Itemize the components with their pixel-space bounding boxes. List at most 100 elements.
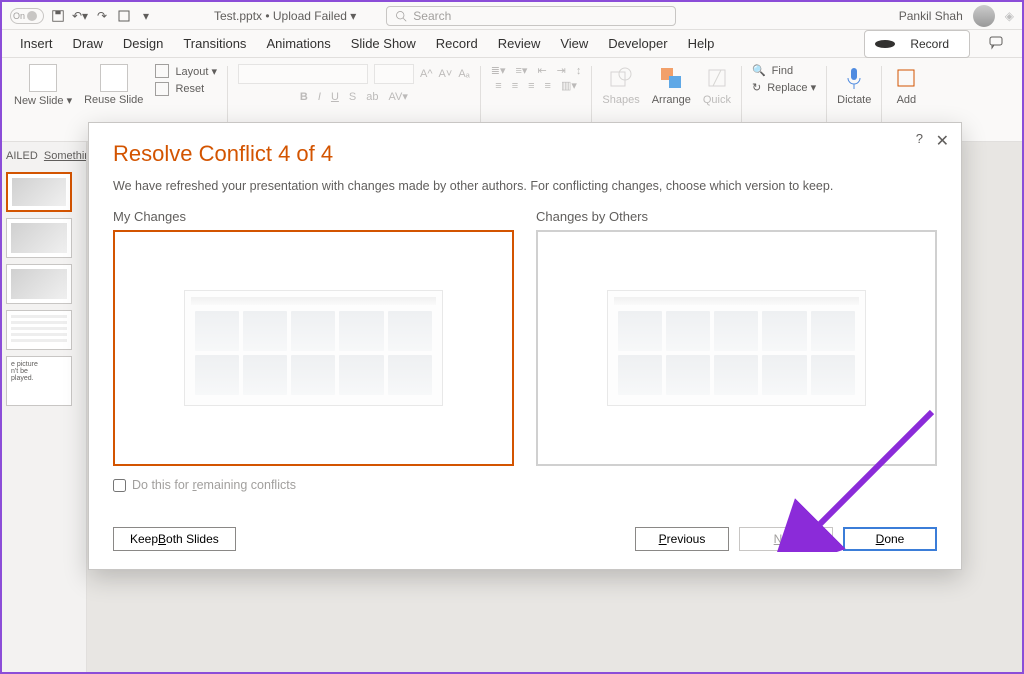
reuse-slides-label: Reuse Slide [84, 94, 143, 106]
tab-review[interactable]: Review [488, 32, 551, 55]
quick-styles-button[interactable]: Quick [703, 64, 731, 106]
tab-design[interactable]: Design [113, 32, 173, 55]
reset-label: Reset [175, 83, 204, 95]
justify-icon[interactable]: ≡ [545, 80, 551, 92]
increase-font-icon[interactable]: A^ [420, 68, 433, 80]
others-changes-preview[interactable] [536, 230, 937, 466]
arrange-button[interactable]: Arrange [652, 64, 691, 106]
save-icon[interactable] [50, 8, 66, 24]
comments-icon[interactable] [978, 30, 1014, 57]
reset-button[interactable]: Reset [155, 82, 204, 96]
premium-icon[interactable]: ◈ [1005, 9, 1014, 23]
new-slide-label: New Slide ▾ [14, 94, 72, 107]
slide-thumb-3[interactable] [6, 264, 72, 304]
others-changes-label: Changes by Others [536, 209, 937, 224]
underline-icon[interactable]: U [331, 91, 339, 103]
bullets-icon[interactable]: ≣▾ [491, 64, 506, 77]
line-spacing-icon[interactable]: ↕ [576, 65, 582, 77]
quick-label: Quick [703, 94, 731, 106]
new-slide-button[interactable]: New Slide ▾ [14, 64, 72, 107]
find-icon: 🔍 [752, 64, 766, 77]
tab-transitions[interactable]: Transitions [173, 32, 256, 55]
font-selector[interactable] [238, 64, 368, 84]
dictate-button[interactable]: Dictate [837, 64, 871, 106]
tab-help[interactable]: Help [678, 32, 725, 55]
search-box[interactable]: Search [386, 6, 676, 26]
dialog-close-icon[interactable]: ✕ [936, 131, 949, 151]
record-dot-icon [875, 40, 895, 48]
undo-icon[interactable]: ↶▾ [72, 8, 88, 24]
tab-animations[interactable]: Animations [256, 32, 340, 55]
shapes-label: Shapes [602, 94, 639, 106]
user-name[interactable]: Pankil Shah [899, 9, 963, 23]
indent-left-icon[interactable]: ⇤ [537, 64, 546, 77]
do-remaining-row[interactable]: Do this for remaining conflicts [113, 478, 937, 492]
layout-button[interactable]: Layout ▾ [155, 64, 217, 78]
align-center-icon[interactable]: ≡ [512, 80, 518, 92]
my-changes-label: My Changes [113, 209, 514, 224]
previous-button[interactable]: Previous [635, 527, 729, 551]
slide-thumb-2[interactable] [6, 218, 72, 258]
upload-failed-link[interactable]: Somethin [44, 150, 87, 162]
slide-thumb-5[interactable]: e picture n't be played. [6, 356, 72, 406]
decrease-font-icon[interactable]: A˅ [439, 68, 453, 80]
bold-icon[interactable]: B [300, 91, 308, 103]
replace-icon: ↻ [752, 81, 761, 94]
align-left-icon[interactable]: ≡ [495, 80, 501, 92]
done-button[interactable]: Done [843, 527, 937, 551]
dialog-subtitle: We have refreshed your presentation with… [113, 179, 937, 193]
search-icon [395, 10, 407, 22]
tab-view[interactable]: View [550, 32, 598, 55]
italic-icon[interactable]: I [318, 91, 321, 103]
dictate-label: Dictate [837, 94, 871, 106]
title-bar: On ↶▾ ↷ ▾ Test.pptx • Upload Failed ▾ Se… [2, 2, 1022, 30]
replace-button[interactable]: ↻ Replace ▾ [752, 81, 816, 94]
upload-failed-text: AILED [6, 150, 38, 162]
spacing-icon[interactable]: AV▾ [388, 90, 407, 103]
tab-developer[interactable]: Developer [598, 32, 677, 55]
slide-thumb-4[interactable] [6, 310, 72, 350]
autosave-toggle[interactable]: On [10, 8, 44, 24]
tab-slideshow[interactable]: Slide Show [341, 32, 426, 55]
my-changes-preview[interactable] [113, 230, 514, 466]
title-right: Pankil Shah ◈ [899, 5, 1014, 27]
shapes-button[interactable]: Shapes [602, 64, 639, 106]
next-button[interactable]: Next [739, 527, 833, 551]
tab-insert[interactable]: Insert [10, 32, 63, 55]
align-right-icon[interactable]: ≡ [528, 80, 534, 92]
record-label: Record [900, 33, 959, 55]
start-icon[interactable] [116, 8, 132, 24]
arrange-label: Arrange [652, 94, 691, 106]
reuse-slides-button[interactable]: Reuse Slide [84, 64, 143, 106]
title-left: On ↶▾ ↷ ▾ [10, 8, 154, 24]
menu-bar: Insert Draw Design Transitions Animation… [2, 30, 1022, 58]
font-size-selector[interactable] [374, 64, 414, 84]
dialog-title: Resolve Conflict 4 of 4 [113, 141, 937, 167]
redo-icon[interactable]: ↷ [94, 8, 110, 24]
layout-label: Layout ▾ [175, 65, 217, 78]
slide-thumb-1[interactable] [6, 172, 72, 212]
shadow-icon[interactable]: ab [366, 91, 378, 103]
dialog-help-icon[interactable]: ? [916, 131, 923, 146]
indent-right-icon[interactable]: ⇥ [557, 64, 566, 77]
do-remaining-checkbox[interactable] [113, 479, 126, 492]
autosave-label: On [13, 11, 25, 21]
upload-failed-banner: AILED Somethin [4, 146, 84, 166]
find-button[interactable]: 🔍Find [752, 64, 793, 77]
slide-thumbnail-panel: AILED Somethin e picture n't be played. [2, 142, 87, 672]
slide-error-text: e picture n't be played. [11, 361, 38, 382]
document-title[interactable]: Test.pptx • Upload Failed ▾ [214, 9, 356, 23]
resolve-conflict-dialog: ? ✕ Resolve Conflict 4 of 4 We have refr… [88, 122, 962, 570]
keep-both-button[interactable]: Keep Both Slides [113, 527, 236, 551]
clear-format-icon[interactable]: Aₐ [458, 68, 469, 80]
replace-label: Replace ▾ [767, 81, 816, 94]
tab-record[interactable]: Record [426, 32, 488, 55]
numbering-icon[interactable]: ≡▾ [516, 64, 528, 77]
columns-icon[interactable]: ▥▾ [561, 79, 577, 92]
strike-icon[interactable]: S [349, 91, 356, 103]
record-button[interactable]: Record [864, 30, 970, 58]
more-icon[interactable]: ▾ [138, 8, 154, 24]
addins-button[interactable]: Add [892, 64, 920, 106]
avatar[interactable] [973, 5, 995, 27]
tab-draw[interactable]: Draw [63, 32, 113, 55]
